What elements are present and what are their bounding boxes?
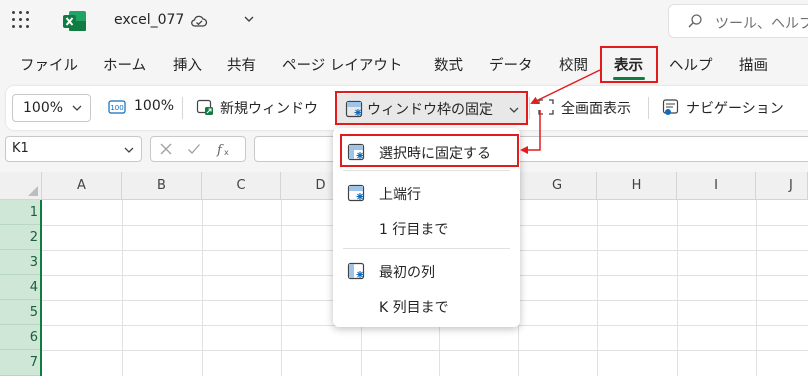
- tab-draw[interactable]: 描画: [739, 54, 768, 75]
- annotation-box-view-tab: [600, 46, 658, 83]
- fullscreen-label: 全画面表示: [561, 101, 631, 117]
- ribbon-separator: [648, 97, 649, 119]
- menu-item-freeze-top-row[interactable]: 上端行: [333, 178, 520, 208]
- confirm-icon[interactable]: [187, 142, 201, 156]
- name-box[interactable]: K1: [5, 136, 142, 162]
- tab-help[interactable]: ヘルプ: [669, 54, 713, 75]
- chevron-down-icon[interactable]: [242, 12, 256, 26]
- file-name[interactable]: excel_077: [114, 12, 184, 28]
- column-header-i[interactable]: I: [677, 172, 756, 200]
- navigation-button[interactable]: ナビゲーション: [662, 96, 802, 120]
- row-header-4[interactable]: 4: [0, 275, 42, 300]
- freeze-top-row-icon: [347, 184, 365, 202]
- cancel-icon[interactable]: [159, 142, 173, 156]
- chevron-down-icon: [124, 147, 134, 153]
- menu-item-label: 1 行目まで: [379, 222, 449, 238]
- tab-formulas[interactable]: 数式: [434, 54, 463, 75]
- saved-cloud-icon[interactable]: [190, 12, 208, 30]
- tab-home[interactable]: ホーム: [103, 54, 146, 75]
- menu-separator: [343, 248, 510, 249]
- fullscreen-icon: [538, 99, 554, 115]
- select-all-triangle: [28, 186, 38, 196]
- formula-actions: f x: [150, 136, 246, 162]
- zoom-value: 100%: [23, 100, 64, 116]
- row-header-3[interactable]: 3: [0, 250, 42, 275]
- menu-item-label: K 列目まで: [379, 300, 449, 316]
- new-window-label: 新規ウィンドウ: [220, 101, 318, 117]
- svg-text:x: x: [224, 148, 229, 157]
- menu-item-freeze-to-row[interactable]: 1 行目まで: [333, 213, 520, 243]
- row-header-1[interactable]: 1: [0, 200, 42, 225]
- zoom-100-label: 100%: [134, 98, 175, 114]
- ribbon-separator: [529, 97, 530, 119]
- excel-logo-icon[interactable]: [63, 10, 87, 32]
- tab-page-layout[interactable]: ページ レイアウト: [282, 54, 402, 75]
- row-header-6[interactable]: 6: [0, 325, 42, 350]
- menu-item-freeze-first-column[interactable]: 最初の列: [333, 256, 520, 286]
- search-icon: [688, 14, 702, 28]
- menu-separator: [343, 170, 510, 171]
- name-box-value: K1: [12, 141, 29, 156]
- chevron-down-icon: [72, 105, 82, 111]
- menu-tabs: ファイル ホーム 挿入 共有 ページ レイアウト 数式 データ 校閲 表示 ヘル…: [0, 42, 808, 84]
- insert-function-icon[interactable]: f x: [215, 140, 235, 158]
- freeze-first-column-icon: [347, 262, 365, 280]
- search-placeholder: ツール、ヘルプ: [715, 16, 808, 32]
- menu-item-freeze-to-column[interactable]: K 列目まで: [333, 291, 520, 321]
- zoom-dropdown[interactable]: 100%: [12, 94, 91, 122]
- new-window-button[interactable]: 新規ウィンドウ: [196, 96, 328, 120]
- ribbon-separator: [182, 97, 183, 119]
- tab-data[interactable]: データ: [489, 54, 533, 75]
- app-launcher-icon[interactable]: [12, 11, 32, 31]
- title-bar: excel_077 ツール、ヘルプ: [0, 0, 808, 42]
- grid-line: [42, 350, 808, 351]
- navigation-icon: [662, 99, 679, 115]
- search-box[interactable]: ツール、ヘルプ: [668, 4, 808, 38]
- menu-item-label: 上端行: [379, 187, 421, 203]
- tab-share[interactable]: 共有: [227, 54, 256, 75]
- fullscreen-button[interactable]: 全画面表示: [537, 96, 637, 120]
- column-header-c[interactable]: C: [202, 172, 281, 200]
- menu-item-label: 最初の列: [379, 265, 435, 281]
- zoom-100-icon: 100: [108, 100, 126, 114]
- navigation-label: ナビゲーション: [686, 101, 784, 117]
- column-header-j[interactable]: J: [756, 172, 808, 200]
- annotation-box-freeze-selection: [340, 134, 519, 167]
- column-header-h[interactable]: H: [597, 172, 677, 200]
- tab-file[interactable]: ファイル: [20, 54, 78, 75]
- svg-text:f: f: [216, 143, 224, 158]
- new-window-icon: [196, 99, 213, 115]
- svg-text:100: 100: [110, 104, 123, 112]
- column-header-a[interactable]: A: [42, 172, 122, 200]
- row-header-2[interactable]: 2: [0, 225, 42, 250]
- column-header-g[interactable]: G: [518, 172, 597, 200]
- row-header-7[interactable]: 7: [0, 350, 42, 376]
- annotation-box-freeze-button: [335, 91, 528, 125]
- row-header-5[interactable]: 5: [0, 300, 42, 325]
- column-header-b[interactable]: B: [122, 172, 202, 200]
- zoom-100-button[interactable]: 100 100%: [108, 96, 175, 120]
- tab-review[interactable]: 校閲: [559, 54, 588, 75]
- tab-insert[interactable]: 挿入: [173, 54, 202, 75]
